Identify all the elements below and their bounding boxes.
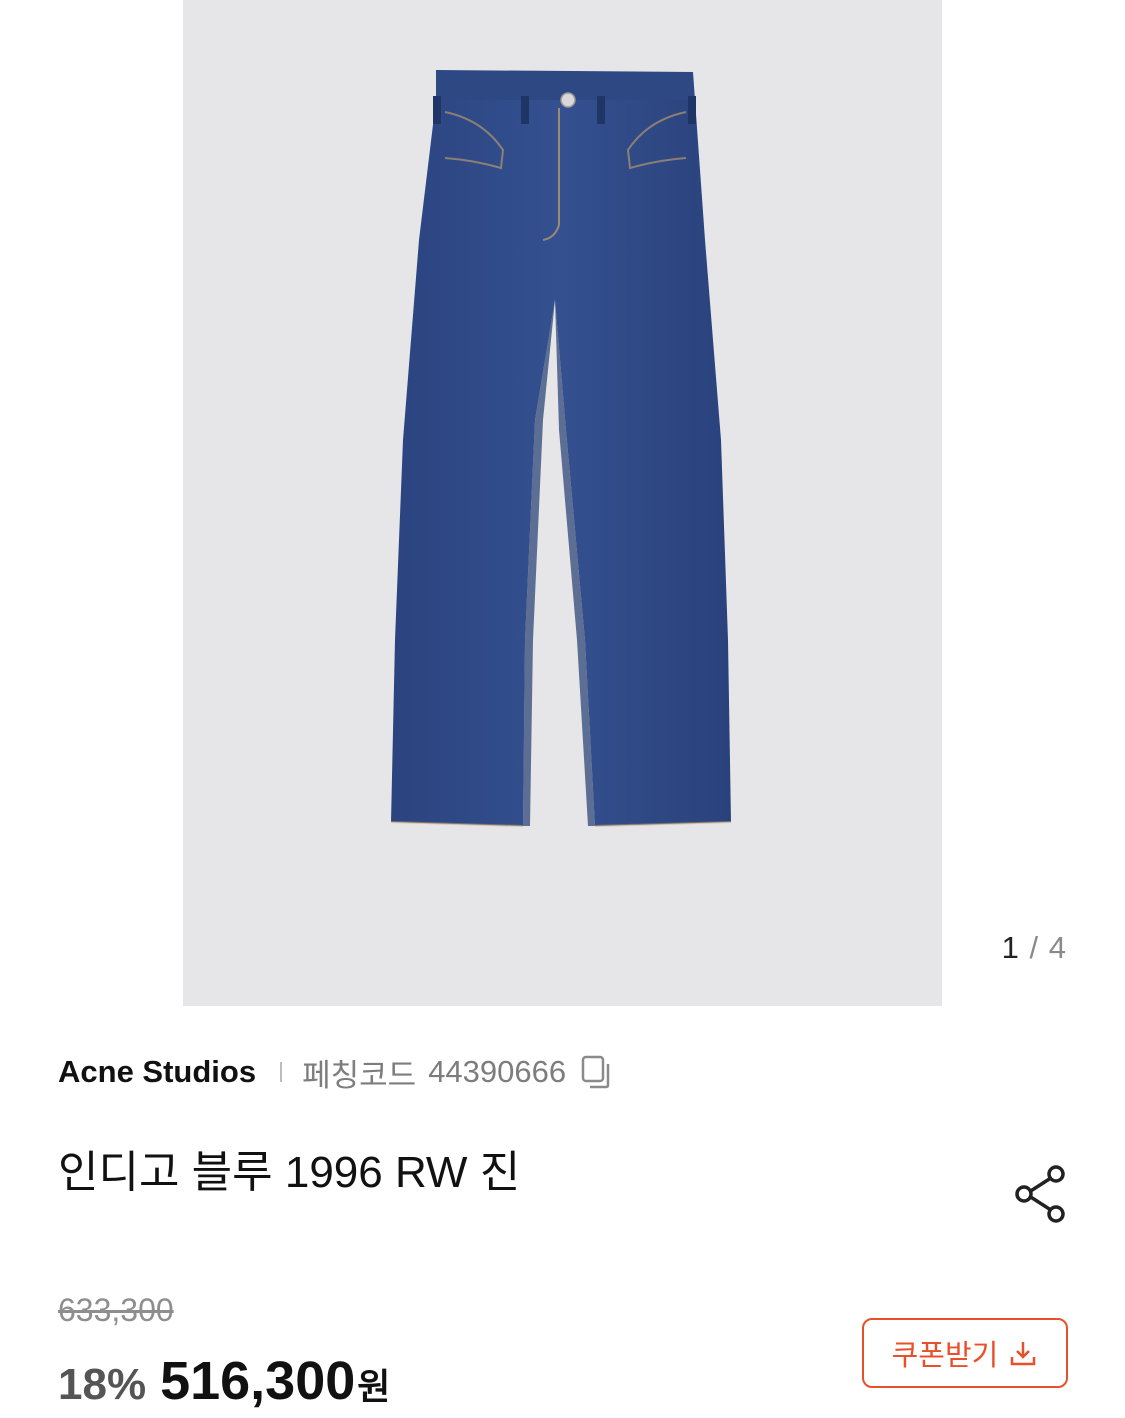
download-icon: [1008, 1338, 1038, 1368]
pager-total: 4: [1048, 930, 1067, 965]
jeans-image: [390, 70, 732, 827]
price-row: 18% 516,300 원: [58, 1350, 390, 1412]
brand-name[interactable]: Acne Studios: [58, 1054, 256, 1090]
product-photo[interactable]: [183, 0, 942, 1006]
currency-unit: 원: [357, 1366, 391, 1407]
pager-separator: /: [1029, 930, 1040, 965]
fetching-code-value: 44390666: [428, 1054, 567, 1089]
share-button[interactable]: [1010, 1162, 1072, 1224]
meta-divider: [280, 1062, 283, 1082]
coupon-button-label: 쿠폰받기: [891, 1338, 999, 1372]
image-pager: 1 / 4: [1002, 930, 1067, 966]
product-image-gallery[interactable]: 1 / 4: [0, 0, 1125, 1006]
product-meta-row: Acne Studios 페칭코드 44390666: [58, 1050, 614, 1094]
get-coupon-button[interactable]: 쿠폰받기: [862, 1318, 1068, 1388]
share-icon: [1015, 1165, 1065, 1223]
copy-icon[interactable]: [580, 1054, 614, 1090]
product-title: 인디고 블루 1996 RW 진: [58, 1148, 521, 1197]
fetching-code-label: 페칭코드: [302, 1057, 417, 1093]
sale-price: 516,300: [160, 1351, 356, 1411]
original-price: 633,300: [58, 1292, 174, 1328]
discount-rate: 18%: [58, 1360, 147, 1409]
pager-current: 1: [1001, 930, 1020, 965]
